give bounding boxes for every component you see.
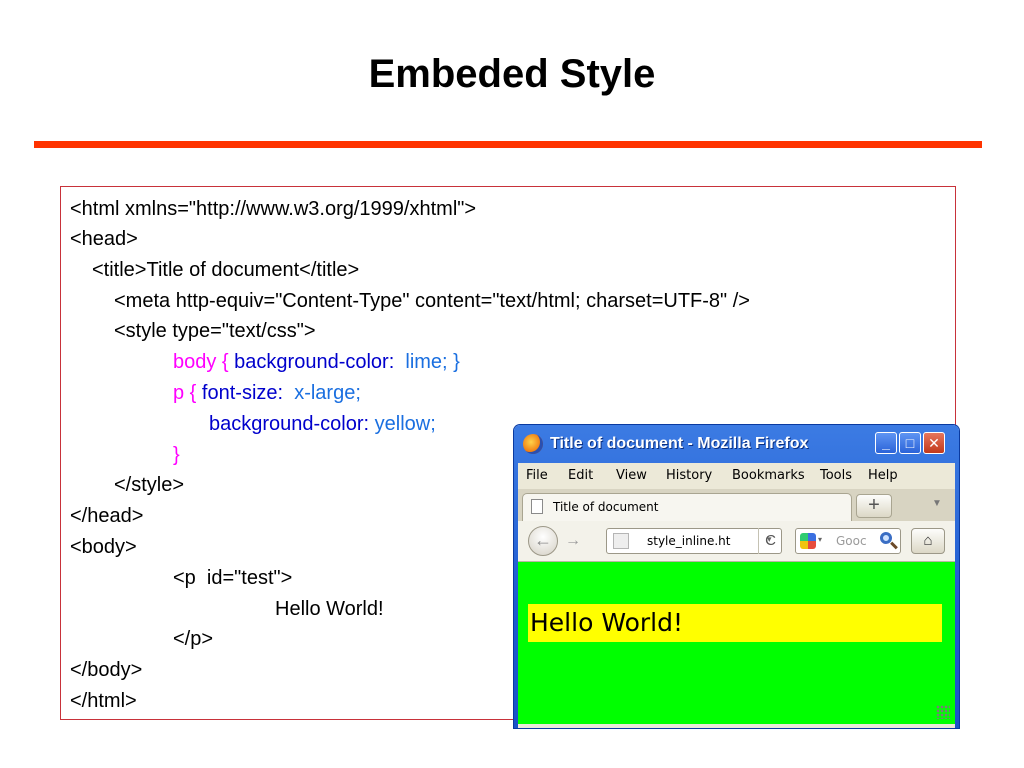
back-button[interactable]: ← xyxy=(528,526,558,556)
code-line: p { font-size: x-large; xyxy=(173,381,361,405)
menu-help[interactable]: Help xyxy=(868,468,898,483)
code-line: } xyxy=(173,444,180,466)
css-selector: p { xyxy=(173,382,202,404)
code-line: </p> xyxy=(173,628,214,650)
menu-history[interactable]: History xyxy=(666,468,712,483)
title-rule xyxy=(34,141,982,148)
css-property: background-color: xyxy=(209,413,370,435)
window-title: Title of document - Mozilla Firefox xyxy=(550,435,809,452)
code-line: </head> xyxy=(70,505,144,527)
resize-grip-icon[interactable] xyxy=(936,705,950,719)
home-button[interactable]: ⌂ xyxy=(911,528,945,554)
address-bar[interactable]: style_inline.ht ▾ xyxy=(606,528,782,554)
css-value: yellow; xyxy=(369,413,436,435)
tab-list-dropdown-icon[interactable]: ▼ xyxy=(932,498,942,509)
css-property: font-size: xyxy=(201,382,284,404)
menu-tools[interactable]: Tools xyxy=(820,468,852,483)
new-tab-button[interactable]: + xyxy=(856,494,892,518)
site-identity-icon[interactable] xyxy=(613,533,629,549)
browser-client: File Edit View History Bookmarks Tools H… xyxy=(518,463,955,728)
css-value: x-large; xyxy=(283,382,361,404)
firefox-window: Title of document - Mozilla Firefox _ □ … xyxy=(514,425,959,728)
code-line: Hello World! xyxy=(275,598,384,620)
code-line: </body> xyxy=(70,659,143,681)
navigation-bar: ← → style_inline.ht ▾ C ▾ Gooc ⌂ xyxy=(518,521,955,562)
forward-button[interactable]: → xyxy=(560,530,586,552)
firefox-logo-icon xyxy=(523,434,543,454)
code-line: <head> xyxy=(70,228,138,250)
css-selector: body { xyxy=(173,351,235,373)
reload-button[interactable]: C xyxy=(758,528,782,554)
code-line: </html> xyxy=(70,690,137,712)
magnifier-icon[interactable] xyxy=(880,532,892,544)
code-line: <body> xyxy=(70,536,137,558)
code-line: <style type="text/css"> xyxy=(114,320,316,342)
tab-bar: Title of document + ▼ xyxy=(518,489,955,521)
tab-title-of-document[interactable]: Title of document xyxy=(522,493,852,521)
code-line: <title>Title of document</title> xyxy=(92,259,360,281)
code-line: <html xmlns="http://www.w3.org/1999/xhtm… xyxy=(70,198,477,220)
code-line: <meta http-equiv="Content-Type" content=… xyxy=(114,290,750,312)
code-line: background-color: yellow; xyxy=(209,412,436,436)
search-engine-dropdown-icon[interactable]: ▾ xyxy=(818,535,822,544)
search-box[interactable]: ▾ Gooc xyxy=(795,528,901,554)
code-line: </style> xyxy=(114,474,185,496)
minimize-button[interactable]: _ xyxy=(875,432,897,454)
google-icon[interactable] xyxy=(800,533,816,549)
maximize-button[interactable]: □ xyxy=(899,432,921,454)
code-line: body { background-color: lime; } xyxy=(173,350,460,374)
page-icon xyxy=(531,499,543,514)
menu-file[interactable]: File xyxy=(526,468,548,483)
slide-title: Embeded Style xyxy=(368,52,656,96)
menu-view[interactable]: View xyxy=(616,468,647,483)
css-property: background-color: xyxy=(234,351,395,373)
address-text: style_inline.ht xyxy=(647,534,731,548)
menu-edit[interactable]: Edit xyxy=(568,468,593,483)
page-content: Hello World! xyxy=(518,562,955,724)
close-button[interactable]: ✕ xyxy=(923,432,945,454)
window-titlebar[interactable]: Title of document - Mozilla Firefox _ □ … xyxy=(514,425,959,463)
css-value: lime; } xyxy=(394,351,460,373)
code-line: <p id="test"> xyxy=(173,567,293,589)
menu-bookmarks[interactable]: Bookmarks xyxy=(732,468,805,483)
menu-bar: File Edit View History Bookmarks Tools H… xyxy=(518,463,955,489)
search-placeholder: Gooc xyxy=(836,534,867,548)
tab-label: Title of document xyxy=(553,500,659,514)
hello-paragraph: Hello World! xyxy=(528,604,942,642)
